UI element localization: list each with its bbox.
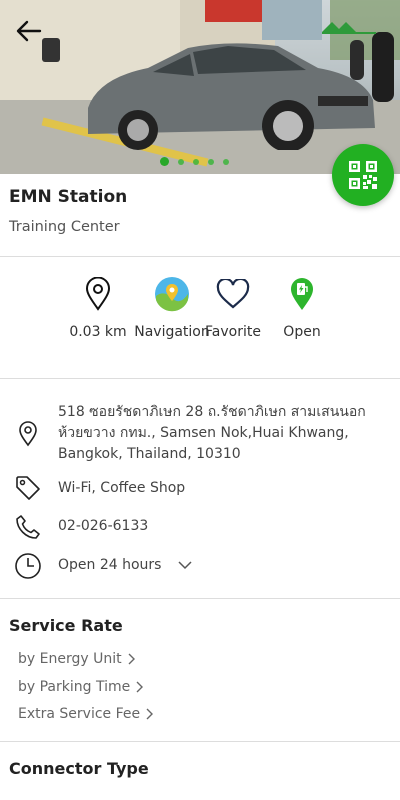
charging-station-icon bbox=[291, 278, 313, 310]
carousel-dot[interactable] bbox=[223, 158, 229, 165]
map-navigation-icon bbox=[155, 277, 189, 312]
back-button[interactable] bbox=[14, 16, 44, 46]
carousel-dot[interactable] bbox=[160, 157, 169, 166]
distance-label: 0.03 km bbox=[69, 324, 127, 340]
status-action: Open bbox=[262, 276, 342, 342]
chevron-right-icon bbox=[128, 653, 135, 665]
distance-action[interactable]: 0.03 km bbox=[58, 276, 138, 342]
chevron-right-icon bbox=[146, 708, 154, 720]
rate-energy-unit-link[interactable]: by Energy Unit bbox=[18, 651, 136, 667]
address-text: 518 ซอยรัชดาภิเษก 28 ถ.รัชดาภิเษก สามเสน… bbox=[58, 404, 366, 462]
hours-text: Open 24 hours bbox=[58, 555, 388, 576]
amenities-text: Wi-Fi, Coffee Shop bbox=[58, 480, 186, 496]
carousel-dot[interactable] bbox=[178, 158, 184, 165]
location-pin-icon bbox=[19, 421, 37, 447]
divider bbox=[0, 598, 400, 599]
qr-code-icon bbox=[349, 161, 377, 189]
carousel-dot[interactable] bbox=[208, 158, 214, 165]
rate-link-label: Extra Service Fee bbox=[18, 706, 141, 722]
favorite-label: Favorite bbox=[205, 324, 261, 340]
rate-extra-fee-link[interactable]: Extra Service Fee bbox=[18, 706, 154, 722]
divider bbox=[0, 256, 400, 257]
arrow-left-icon bbox=[16, 20, 42, 42]
qr-scan-button[interactable] bbox=[332, 144, 394, 206]
rate-link-label: by Energy Unit bbox=[18, 651, 122, 667]
station-location-name: Training Center bbox=[9, 219, 120, 235]
ev-charger-icon bbox=[42, 38, 60, 62]
phone-text[interactable]: 02-026-6133 bbox=[58, 516, 388, 537]
clock-icon bbox=[15, 553, 41, 579]
favorite-action[interactable]: Favorite bbox=[193, 276, 273, 342]
carousel-indicator[interactable] bbox=[160, 157, 229, 166]
tag-icon bbox=[16, 476, 40, 500]
chevron-right-icon bbox=[136, 681, 144, 693]
phone-icon bbox=[16, 515, 40, 539]
chevron-down-icon[interactable] bbox=[178, 560, 192, 570]
carousel-dot[interactable] bbox=[193, 158, 199, 165]
connector-type-title: Connector Type bbox=[9, 759, 149, 778]
rate-parking-time-link[interactable]: by Parking Time bbox=[18, 679, 144, 695]
station-name: EMN Station bbox=[9, 187, 128, 207]
station-photo bbox=[0, 0, 400, 174]
action-bar: 0.03 km Navigation Favorite Open bbox=[62, 276, 342, 366]
heart-icon bbox=[216, 279, 250, 309]
car-image bbox=[88, 43, 375, 150]
divider bbox=[0, 378, 400, 379]
status-label: Open bbox=[283, 324, 321, 340]
rate-link-label: by Parking Time bbox=[18, 679, 131, 695]
hours-label: Open 24 hours bbox=[58, 557, 162, 573]
brand-logo-icon bbox=[322, 22, 376, 34]
service-rate-title: Service Rate bbox=[9, 616, 123, 635]
divider bbox=[0, 741, 400, 742]
location-pin-icon bbox=[85, 277, 111, 311]
